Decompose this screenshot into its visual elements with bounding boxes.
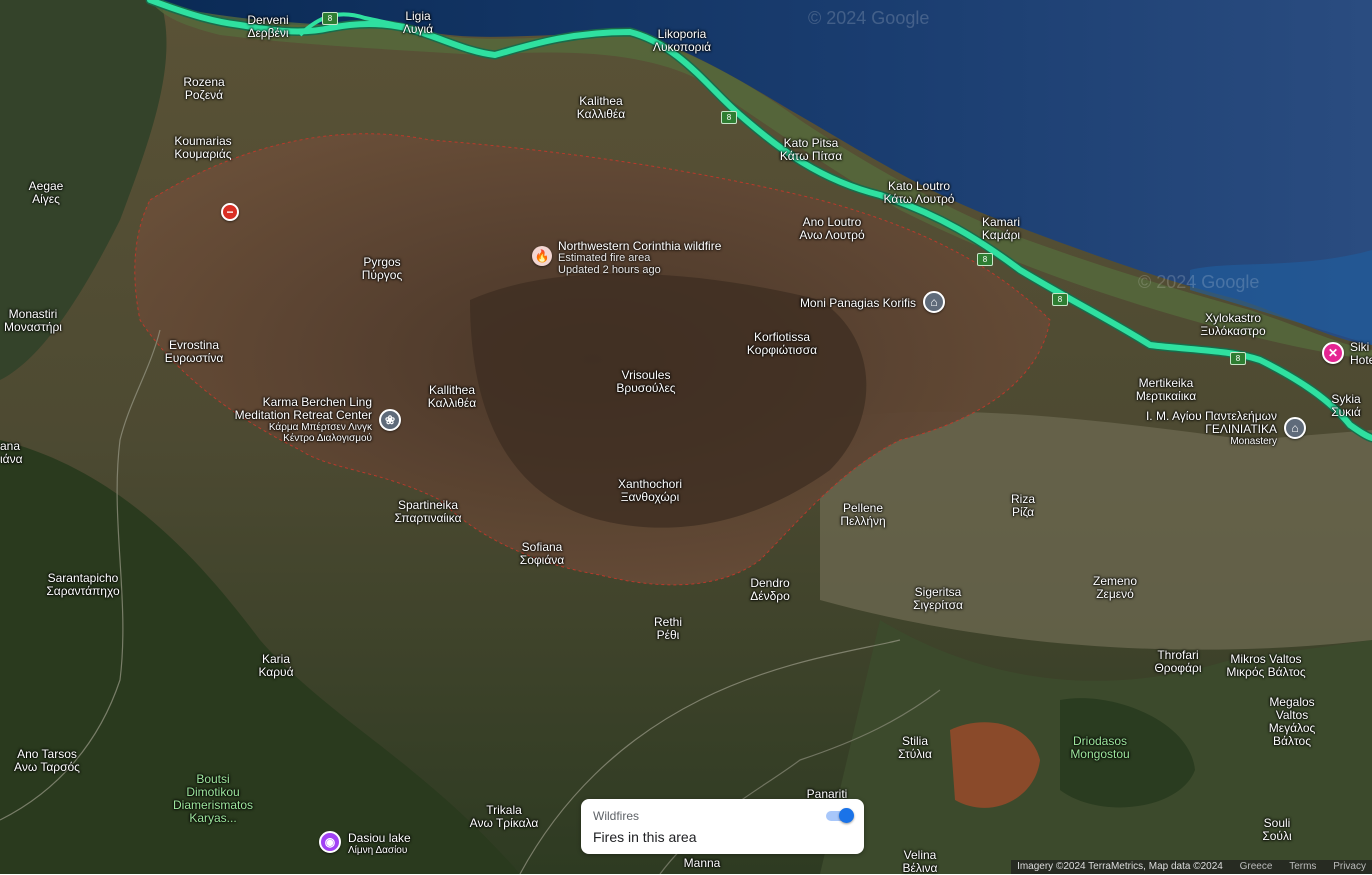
map-watermark: © 2024 Google xyxy=(1138,272,1260,292)
place-label-monastiri[interactable]: Monastiri Μοναστήρι xyxy=(4,308,62,334)
poi-label-moni-panagias[interactable]: Moni Panagias Korifis xyxy=(800,297,916,310)
place-label-stilia[interactable]: Stilia Στύλια xyxy=(898,735,932,761)
place-label-pellene[interactable]: Pellene Πελλήνη xyxy=(840,502,885,528)
camera-icon[interactable]: ◉ xyxy=(319,831,341,853)
place-label-ligia[interactable]: Ligia Λυγιά xyxy=(403,10,433,36)
wildfire-area-note: Estimated fire area xyxy=(558,252,651,264)
place-label-kallithea[interactable]: Kallithea Καλλιθέα xyxy=(428,384,476,410)
road-closure-icon[interactable]: − xyxy=(221,203,239,221)
place-label-zemeno[interactable]: Zemeno Ζεμενό xyxy=(1093,575,1137,601)
hotel-icon[interactable]: ✕ xyxy=(1322,342,1344,364)
route-shield: 8 xyxy=(977,253,993,266)
place-label-riza[interactable]: Riza Ρίζα xyxy=(1011,493,1035,519)
wildfire-title: Northwestern Corinthia wildfire xyxy=(558,239,722,253)
meditation-icon[interactable]: ❀ xyxy=(379,409,401,431)
place-label-korfiotissa[interactable]: Korfiotissa Κορφιώτισσα xyxy=(747,331,817,357)
place-label-sigeritsa[interactable]: Sigeritsa Σιγερίτσα xyxy=(913,586,963,612)
place-label-derveni[interactable]: Derveni Δερβένι xyxy=(247,14,288,40)
place-label-kato-pitsa[interactable]: Kato Pitsa Κάτω Πίτσα xyxy=(780,137,842,163)
wildfires-toggle[interactable] xyxy=(826,808,854,823)
wildfires-panel-body[interactable]: Fires in this area xyxy=(593,829,696,845)
place-label-sofiana[interactable]: Sofiana Σοφιάνα xyxy=(520,541,564,567)
wildfire-marker-icon[interactable]: 🔥 xyxy=(532,246,552,266)
place-label-sarantapicho[interactable]: Sarantapicho Σαραντάπηχο xyxy=(46,572,119,598)
place-label-trikala[interactable]: Trikala Ανω Τρίκαλα xyxy=(470,804,539,830)
map-attribution: Imagery ©2024 TerraMetrics, Map data ©20… xyxy=(1011,860,1372,874)
place-label-mertikeika[interactable]: Mertikeika Μερτικαίικα xyxy=(1136,377,1196,403)
place-label-megalos-valtos[interactable]: Megalos Valtos Μεγάλος Βάλτος xyxy=(1252,696,1332,748)
poi-label-siki-hotel[interactable]: SikiHote xyxy=(1350,341,1372,367)
place-label-vrisoules[interactable]: Vrisoules Βρυσούλες xyxy=(616,369,675,395)
place-label-xanthochori[interactable]: Xanthochori Ξανθοχώρι xyxy=(618,478,682,504)
place-label-pyrgos[interactable]: Pyrgos Πύργος xyxy=(362,256,403,282)
route-shield: 8 xyxy=(1052,293,1068,306)
map-watermark: © 2024 Google xyxy=(808,8,930,28)
route-shield: 8 xyxy=(1230,352,1246,365)
toggle-knob xyxy=(839,808,854,823)
place-label-likoporia[interactable]: Likoporia Λυκοποριά xyxy=(653,28,711,54)
terms-link[interactable]: Terms xyxy=(1289,861,1316,872)
attribution-text: Imagery ©2024 TerraMetrics, Map data ©20… xyxy=(1017,861,1223,872)
place-label-koumarias[interactable]: Koumarias Κουμαριάς xyxy=(174,135,231,161)
place-label-evrostina[interactable]: Evrostina Ευρωστίνα xyxy=(165,339,224,365)
place-label-velina[interactable]: Velina Βέλινα xyxy=(903,849,938,875)
place-label-kamari[interactable]: Kamari Καμάρι xyxy=(982,216,1020,242)
place-label-rozena[interactable]: Rozena Ροζενά xyxy=(183,76,224,102)
place-label-spartineika[interactable]: Spartineika Σπαρτιναίικα xyxy=(394,499,461,525)
poi-label-dasiou-lake[interactable]: Dasiou lake Λίμνη Δασίου xyxy=(348,832,411,857)
attribution-country[interactable]: Greece xyxy=(1240,861,1273,872)
place-label-partial-west[interactable]: ana ιάνα xyxy=(0,440,23,466)
place-label-souli[interactable]: Souli Σούλι xyxy=(1262,817,1291,843)
place-label-kato-loutro[interactable]: Kato Loutro Κάτω Λουτρό xyxy=(884,180,955,206)
wildfire-updated: Updated 2 hours ago xyxy=(558,264,661,276)
place-label-mikros-valtos[interactable]: Mikros Valtos Μικρός Βάλτος xyxy=(1226,653,1305,679)
monastery-icon[interactable]: ⌂ xyxy=(923,291,945,313)
privacy-link[interactable]: Privacy xyxy=(1333,861,1366,872)
wildfire-label[interactable]: Northwestern Corinthia wildfire Estimate… xyxy=(558,240,721,276)
poi-label-karma-berchen-ling[interactable]: Karma Berchen Ling Meditation Retreat Cen… xyxy=(235,396,372,445)
place-label-ano-loutro[interactable]: Ano Loutro Ανω Λουτρό xyxy=(799,216,864,242)
place-label-sykia[interactable]: Sykia Συκιά xyxy=(1331,393,1361,419)
park-label-driodasos[interactable]: Driodasos Mongostou xyxy=(1070,735,1129,761)
route-shield: 8 xyxy=(721,111,737,124)
place-label-throfari[interactable]: Throfari Θροφάρι xyxy=(1154,649,1201,675)
place-label-xylokastro[interactable]: Xylokastro Ξυλόκαστρο xyxy=(1200,312,1265,338)
route-shield: 8 xyxy=(322,12,338,25)
wildfires-panel[interactable]: Wildfires Fires in this area xyxy=(581,799,864,854)
place-label-karia[interactable]: Karia Καρυά xyxy=(258,653,293,679)
place-label-ano-tarsos[interactable]: Ano Tarsos Ανω Ταρσός xyxy=(14,748,80,774)
wildfires-panel-title: Wildfires xyxy=(593,809,640,823)
place-label-manna[interactable]: Manna xyxy=(684,857,721,870)
monastery-icon[interactable]: ⌂ xyxy=(1284,417,1306,439)
park-label-boutsi[interactable]: Boutsi Dimotikou Diamerismatos Karyas... xyxy=(173,773,253,825)
poi-label-agios-panteleimon[interactable]: Ι. Μ. Αγίου Παντελεήμων ΓΕΛΙΝΙΑΤΙΚΑ Monast… xyxy=(1146,410,1277,448)
place-label-rethi[interactable]: Rethi Ρέθι xyxy=(654,616,682,642)
place-label-kalithea-north[interactable]: Kalithea Καλλιθέα xyxy=(577,95,625,121)
place-label-aegae[interactable]: Aegae Αίγες xyxy=(29,180,64,206)
place-label-dendro[interactable]: Dendro Δένδρο xyxy=(750,577,790,603)
